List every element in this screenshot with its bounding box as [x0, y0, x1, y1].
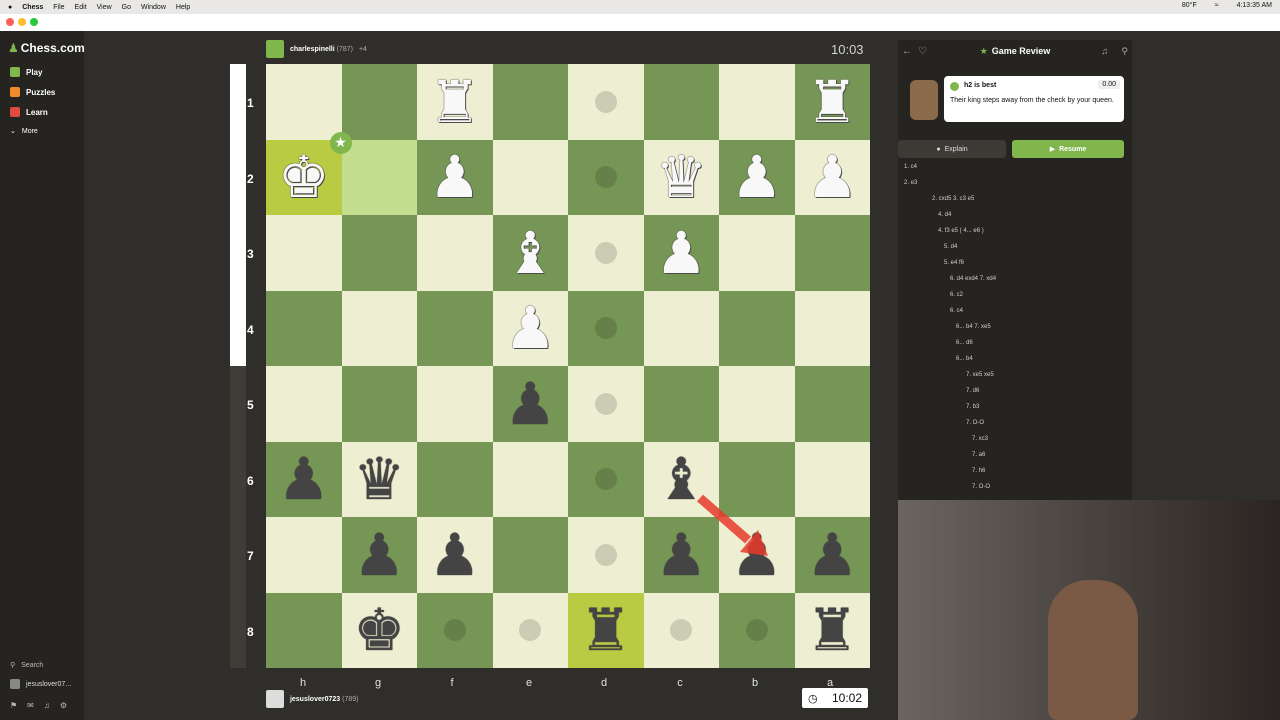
bottom-player-clock-text: 10:02 — [831, 691, 862, 705]
coach-avatar — [910, 80, 938, 120]
move-arrow-line — [697, 494, 751, 544]
move-entry[interactable]: 7. xc3 — [972, 436, 988, 442]
avatar — [266, 690, 284, 708]
move-entry[interactable]: 4. d4 — [938, 212, 951, 218]
move-entry[interactable]: 6... d6 — [956, 340, 973, 346]
move-entry[interactable]: 2. e3 — [904, 180, 917, 186]
lightbulb-icon: ● — [936, 145, 941, 153]
game-review-panel: ← ♡ ★ Game Review ♫ ⚲ h2 is best 0.00 Th… — [898, 40, 1132, 510]
move-entry[interactable]: 6. c2 — [950, 292, 963, 298]
explain-label: Explain — [944, 145, 968, 153]
move-entry[interactable]: 7. b3 — [966, 404, 979, 410]
webcam-person — [1048, 580, 1138, 720]
coach-comment: Their king steps away from the check by … — [950, 97, 1114, 104]
resume-button[interactable]: ▶ Resume — [1012, 140, 1124, 158]
star-icon: ★ — [979, 45, 988, 56]
coach-bubble: h2 is best 0.00 Their king steps away fr… — [944, 76, 1124, 122]
move-entry[interactable]: 5. e4 f6 — [944, 260, 964, 266]
move-entry[interactable]: 6. d4 exd4 7. xd4 — [950, 276, 996, 282]
move-entry[interactable]: 5. d4 — [944, 244, 957, 250]
best-move-text: h2 is best — [964, 82, 997, 89]
move-entry[interactable]: 1. c4 — [904, 164, 917, 170]
move-entry[interactable]: 7. O-O — [966, 420, 984, 426]
explain-button[interactable]: ● Explain — [898, 140, 1006, 158]
move-entry[interactable]: 2. cxd5 3. c3 e5 — [932, 196, 974, 202]
file-label: f — [450, 677, 454, 689]
clock-icon: ◷ — [808, 692, 818, 705]
file-label: c — [677, 677, 683, 689]
move-entry[interactable]: 6. c4 — [950, 308, 963, 314]
file-label: d — [600, 677, 608, 689]
back-icon[interactable]: ← — [902, 46, 912, 57]
panel-header: ← ♡ ★ Game Review ♫ ⚲ — [898, 40, 1132, 62]
move-entry[interactable]: 7. O-O — [972, 484, 990, 490]
search-icon[interactable]: ⚲ — [1121, 46, 1128, 57]
best-move-star-icon: ★ — [329, 131, 352, 154]
move-entry[interactable]: 7. d6 — [966, 388, 979, 394]
file-label: e — [525, 677, 533, 689]
heart-icon[interactable]: ♡ — [918, 46, 927, 57]
bottom-player-info: jesuslover0723 (789) — [266, 690, 358, 708]
webcam-feed — [898, 500, 1280, 720]
file-label: h — [299, 677, 307, 689]
move-entry[interactable]: 6... b4 — [956, 356, 973, 362]
move-entry[interactable]: 7. xe5 xe5 — [966, 372, 994, 378]
move-entry[interactable]: 4. f3 e5 ( 4... e6 ) — [938, 228, 984, 234]
eval-score: 0.00 — [1098, 80, 1120, 89]
bottom-player-rating: (789) — [342, 695, 359, 703]
sound-icon[interactable]: ♫ — [1101, 46, 1108, 56]
move-entry[interactable]: 6... b4 7. xe5 — [956, 324, 991, 330]
bottom-player-name[interactable]: jesuslover0723 — [290, 696, 340, 703]
move-entry[interactable]: 7. a6 — [972, 452, 985, 458]
best-move-icon — [950, 82, 959, 91]
bottom-player-clock: ◷ 10:02 — [802, 688, 868, 708]
play-icon: ▶ — [1049, 146, 1056, 153]
file-label: g — [374, 677, 382, 689]
right-background — [1132, 31, 1280, 501]
move-entry[interactable]: 7. h6 — [972, 468, 985, 474]
resume-label: Resume — [1059, 145, 1087, 153]
panel-title: Game Review — [991, 46, 1051, 56]
file-label: b — [751, 677, 759, 689]
